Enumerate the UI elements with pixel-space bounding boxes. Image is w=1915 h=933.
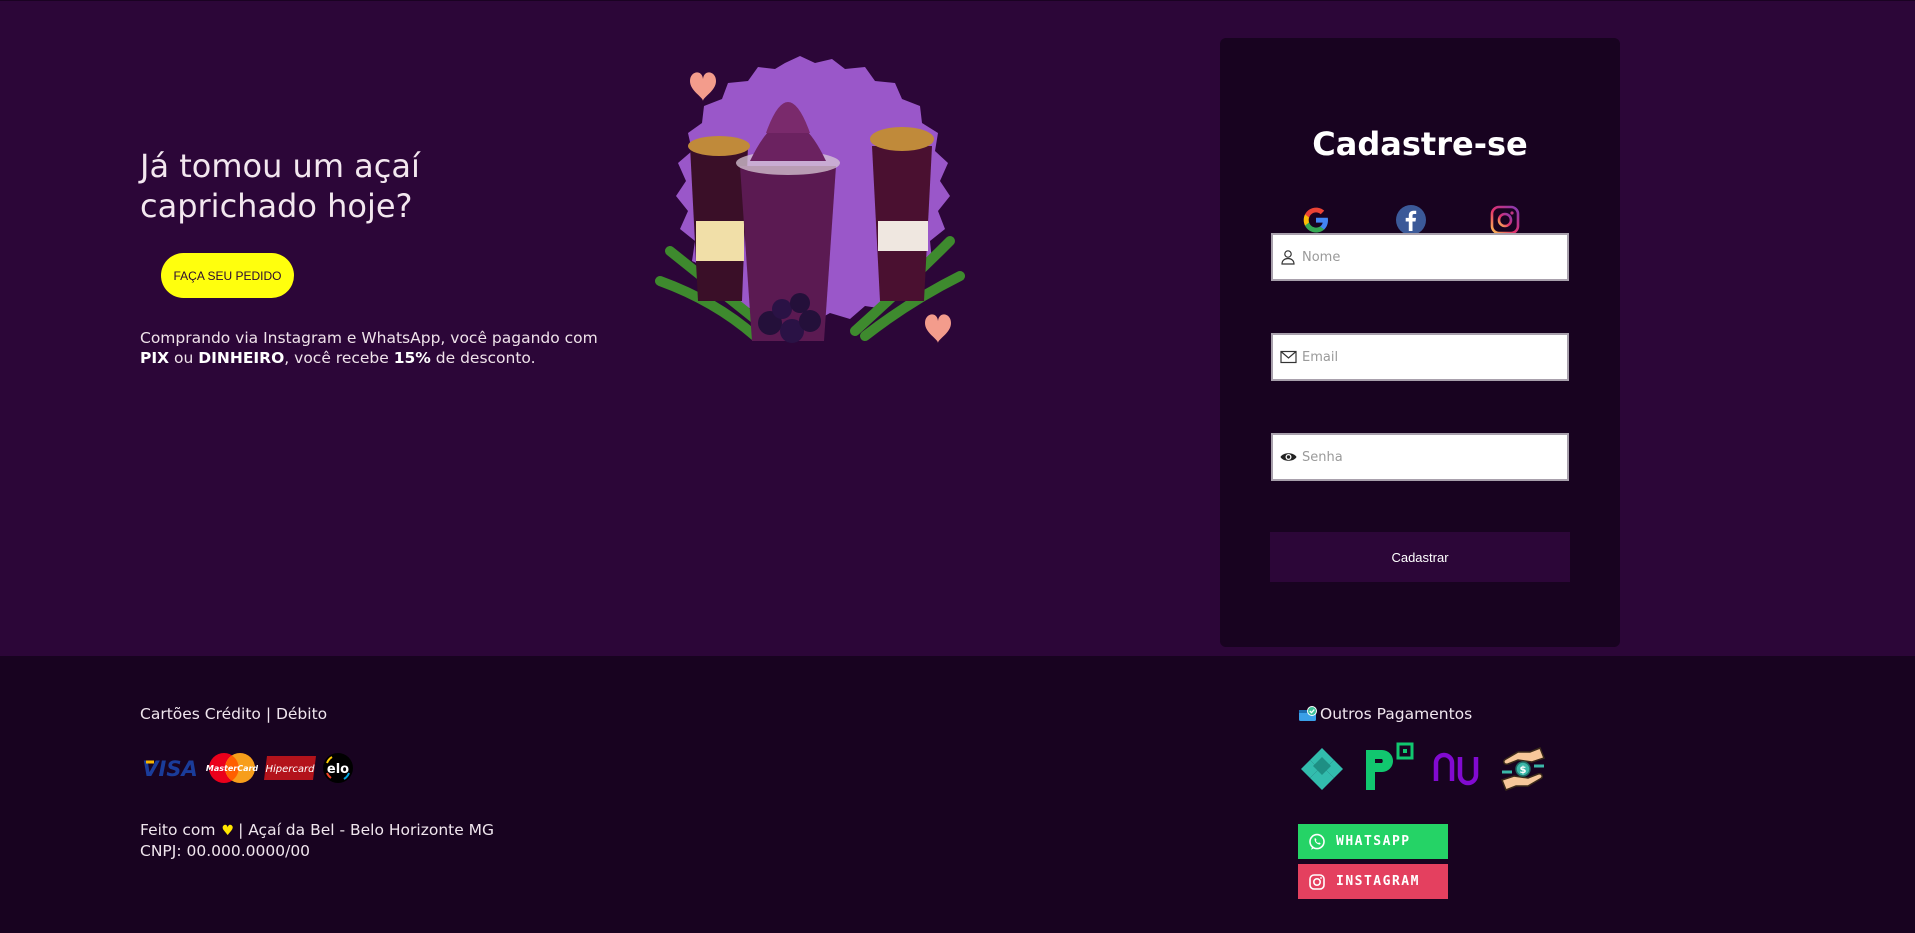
user-icon <box>1276 245 1300 269</box>
email-input[interactable] <box>1300 335 1567 379</box>
elo-logo: elo <box>323 753 353 783</box>
instagram-icon[interactable] <box>1488 203 1522 237</box>
card-payments-title: Cartões Crédito | Débito <box>140 705 328 723</box>
eye-icon[interactable] <box>1276 445 1300 469</box>
promo-text: Comprando via Instagram e WhatsApp, você… <box>140 329 598 367</box>
password-field <box>1271 433 1569 481</box>
pix-icon <box>1301 748 1343 790</box>
password-input[interactable] <box>1300 435 1567 479</box>
other-payments-title: Outros Pagamentos <box>1298 705 1472 723</box>
svg-text:elo: elo <box>327 762 349 777</box>
instagram-label: INSTAGRAM <box>1336 874 1420 889</box>
whatsapp-button[interactable]: WHATSAPP <box>1298 824 1448 859</box>
acai-cups-image <box>655 56 965 343</box>
hero-section: Já tomou um açaí caprichado hoje? FAÇA S… <box>0 0 1915 656</box>
svg-text:$: $ <box>1520 765 1527 776</box>
handshake-money-icon: $ <box>1501 747 1545 791</box>
cnpj-text: CNPJ: 00.000.0000/00 <box>140 842 311 860</box>
made-with-line: Feito com ♥ | Açaí da Bel - Belo Horizonte… <box>140 821 495 839</box>
instagram-button[interactable]: INSTAGRAM <box>1298 864 1448 899</box>
card-brands: VISA MasterCard Hipercard elo <box>140 750 354 786</box>
whatsapp-label: WHATSAPP <box>1336 834 1411 849</box>
whatsapp-icon <box>1309 833 1325 850</box>
nubank-icon <box>1433 752 1479 786</box>
name-input[interactable] <box>1300 235 1567 279</box>
svg-text:Hipercard: Hipercard <box>266 764 316 775</box>
pix-highlight: PIX <box>140 349 170 367</box>
discount-highlight: 15% <box>393 349 431 367</box>
mastercard-logo: MasterCard <box>206 753 258 783</box>
hipercard-logo: Hipercard <box>264 756 316 780</box>
picpay-icon <box>1366 742 1414 790</box>
signup-submit-button[interactable]: Cadastrar <box>1270 532 1570 582</box>
instagram-small-icon <box>1309 873 1325 890</box>
footer-credit: Feito com ♥ | Açaí da Bel - Belo Horizonte… <box>140 820 494 861</box>
cash-highlight: DINHEIRO <box>198 349 285 367</box>
svg-text:MasterCard: MasterCard <box>206 764 258 773</box>
signup-title: Cadastre-se <box>1312 125 1528 163</box>
google-icon[interactable] <box>1299 203 1333 237</box>
heart-icon: ♥ <box>221 823 235 839</box>
visa-logo: VISA <box>142 757 197 781</box>
facebook-icon[interactable] <box>1394 203 1428 237</box>
order-button[interactable]: FAÇA SEU PEDIDO <box>161 253 294 298</box>
email-field <box>1271 333 1569 381</box>
hero-headline: Já tomou um açaí caprichado hoje? <box>140 147 420 225</box>
envelope-icon <box>1276 345 1300 369</box>
wallet-check-icon <box>1299 706 1317 721</box>
name-field <box>1271 233 1569 281</box>
signup-card: Cadastre-se Nome Email Cadastrar <box>1220 38 1620 647</box>
footer <box>0 656 1915 933</box>
other-payment-icons: $ <box>1298 742 1548 796</box>
